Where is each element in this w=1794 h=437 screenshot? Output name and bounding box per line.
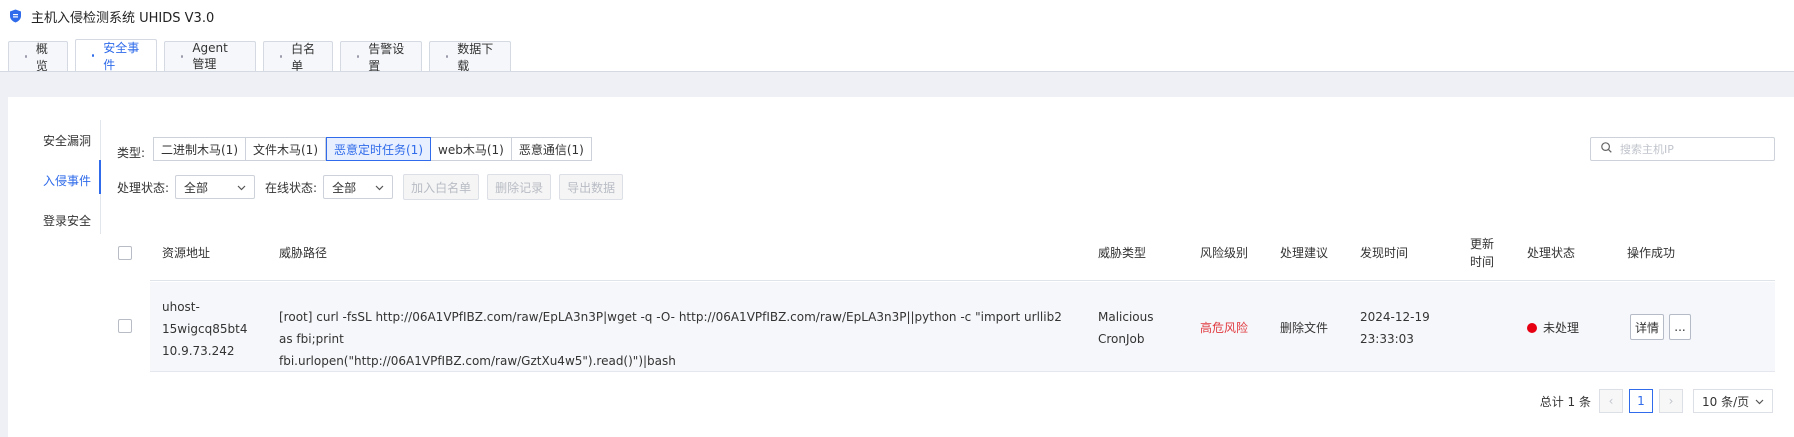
- app-title: 主机入侵检测系统 UHIDS V3.0: [31, 10, 215, 26]
- type-label: 类型:: [117, 146, 146, 160]
- side-menu: 安全漏洞 入侵事件 登录安全: [8, 120, 102, 240]
- table-row: uhost- 15wigcq85bt4 10.9.73.242 [root] c…: [118, 282, 1775, 372]
- tab-alert-settings[interactable]: 告警设置: [340, 41, 422, 73]
- type-filter-group: 二进制木马(1) 文件木马(1) 恶意定时任务(1) web木马(1) 恶意通信…: [153, 137, 592, 161]
- page-size-select[interactable]: 10 条/页: [1693, 389, 1773, 413]
- add-whitelist-button[interactable]: 加入白名单: [403, 174, 480, 200]
- side-item-intrusion-events[interactable]: 入侵事件: [8, 160, 102, 200]
- col-resource: 资源地址: [162, 246, 211, 260]
- side-active-indicator: [99, 160, 101, 194]
- pagination: 总计 1 条 ‹ 1 › 10 条/页: [1540, 389, 1773, 413]
- page-number[interactable]: 1: [1629, 389, 1653, 413]
- main-tabs: 概览 安全事件 Agent管理 白名单 告警设置 数据下载: [8, 39, 518, 73]
- tab-dot-icon: [25, 55, 27, 58]
- tab-dot-icon: [280, 55, 283, 58]
- type-web-trojan[interactable]: web木马(1): [431, 137, 512, 161]
- tab-data-download[interactable]: 数据下载: [429, 41, 511, 73]
- tab-overview[interactable]: 概览: [8, 41, 68, 73]
- export-data-button[interactable]: 导出数据: [559, 174, 624, 200]
- tab-whitelist[interactable]: 白名单: [263, 41, 333, 73]
- tab-agent-management[interactable]: Agent管理: [164, 41, 256, 71]
- row-checkbox[interactable]: [118, 319, 132, 333]
- col-path: 威胁路径: [279, 246, 328, 260]
- search-icon: [1601, 142, 1620, 156]
- chevron-down-icon: [1755, 394, 1764, 408]
- col-advice: 处理建议: [1280, 246, 1329, 260]
- app-header: 主机入侵检测系统 UHIDS V3.0: [0, 0, 1794, 32]
- tab-security-events[interactable]: 安全事件: [75, 39, 157, 72]
- col-status: 处理状态: [1527, 246, 1576, 260]
- col-update-time: 更新 时间: [1470, 237, 1495, 269]
- select-all-checkbox[interactable]: [118, 246, 132, 260]
- col-found-time: 发现时间: [1360, 246, 1409, 260]
- next-page-button[interactable]: ›: [1659, 389, 1683, 413]
- cell-found-time: 2024-12-19 23:33:03: [1360, 310, 1430, 346]
- tab-dot-icon: [92, 54, 95, 57]
- cell-status: 未处理: [1527, 317, 1579, 339]
- process-status-select[interactable]: 全部: [175, 175, 256, 199]
- more-button[interactable]: ...: [1669, 314, 1691, 340]
- online-status-select[interactable]: 全部: [323, 175, 394, 199]
- tab-dot-icon: [357, 55, 360, 58]
- process-status-label: 处理状态:: [117, 180, 170, 195]
- delete-record-button[interactable]: 删除记录: [487, 174, 552, 200]
- cell-advice: 删除文件: [1280, 321, 1329, 335]
- side-item-login-security[interactable]: 登录安全: [8, 200, 102, 240]
- cell-resource: uhost- 15wigcq85bt4 10.9.73.242: [162, 300, 248, 358]
- cell-threat-type: Malicious CronJob: [1098, 310, 1154, 346]
- col-threat-type: 威胁类型: [1098, 246, 1147, 260]
- type-malicious-comm[interactable]: 恶意通信(1): [511, 137, 592, 161]
- type-malicious-cron[interactable]: 恶意定时任务(1): [326, 137, 431, 161]
- online-status-value: 全部: [332, 180, 357, 195]
- detail-button[interactable]: 详情: [1630, 314, 1664, 340]
- cell-risk: 高危风险: [1200, 321, 1249, 335]
- table-header: 资源地址 威胁路径 威胁类型 风险级别 处理建议 发现时间 更新 时间 处理状态…: [118, 225, 1775, 281]
- tab-dot-icon: [446, 55, 449, 58]
- search-input[interactable]: [1620, 142, 1770, 156]
- type-file-trojan[interactable]: 文件木马(1): [246, 137, 326, 161]
- side-item-vulnerabilities[interactable]: 安全漏洞: [8, 120, 102, 160]
- search-box: [1590, 137, 1775, 161]
- page-size-value: 10 条/页: [1702, 394, 1750, 409]
- cell-threat-path: [root] curl -fsSL http://06A1VPfIBZ.com/…: [279, 310, 1062, 368]
- prev-page-button[interactable]: ‹: [1599, 389, 1623, 413]
- col-operation: 操作成功: [1627, 246, 1676, 260]
- shield-icon: [9, 9, 22, 23]
- tab-dot-icon: [181, 55, 184, 58]
- chevron-down-icon: [237, 180, 246, 194]
- events-table: 资源地址 威胁路径 威胁类型 风险级别 处理建议 发现时间 更新 时间 处理状态…: [118, 225, 1775, 281]
- status-dot-icon: [1527, 323, 1537, 333]
- chevron-down-icon: [375, 180, 384, 194]
- type-binary-trojan[interactable]: 二进制木马(1): [153, 137, 246, 161]
- process-status-value: 全部: [184, 180, 209, 195]
- pagination-total: 总计 1 条: [1539, 394, 1591, 409]
- col-risk: 风险级别: [1200, 246, 1249, 260]
- status-filter-row: 处理状态: 全部 在线状态: 全部 加入白名单 删除记录 导出数据: [117, 174, 631, 200]
- online-status-label: 在线状态:: [265, 180, 318, 195]
